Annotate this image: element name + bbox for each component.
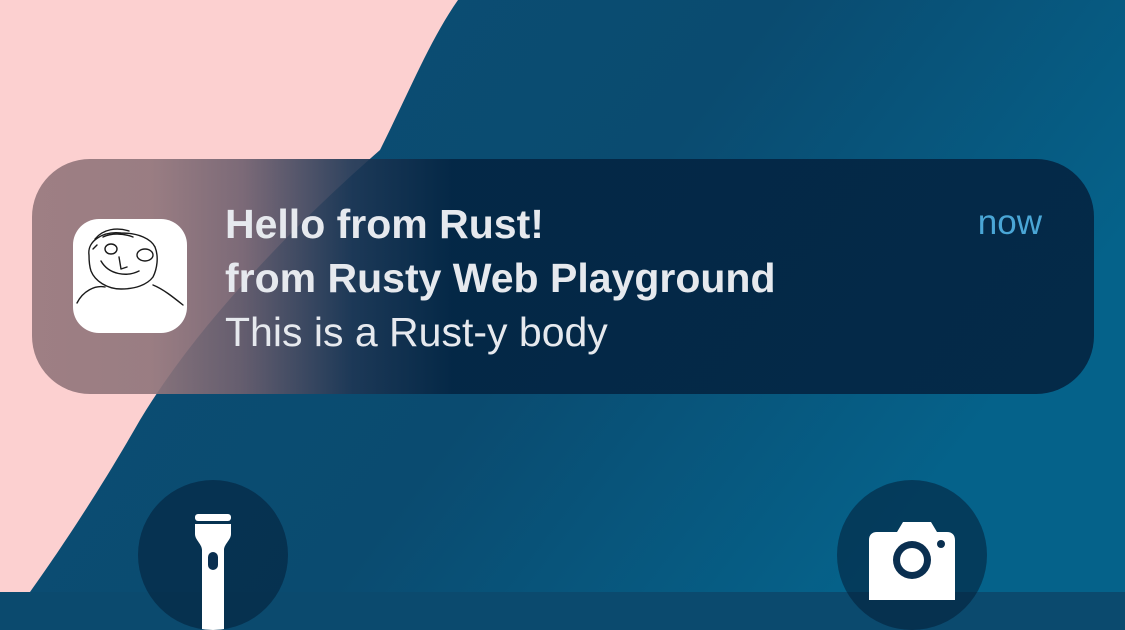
hand-drawn-face-icon	[76, 228, 184, 306]
camera-icon	[869, 522, 955, 600]
notification-content: Hello from Rust! from Rusty Web Playgrou…	[225, 197, 945, 359]
camera-button[interactable]	[837, 480, 987, 630]
notification-title: Hello from Rust!	[225, 201, 544, 247]
notification-body: This is a Rust-y body	[225, 309, 608, 355]
app-icon	[73, 219, 187, 333]
notification-subtitle: from Rusty Web Playground	[225, 255, 776, 301]
notification-banner[interactable]: Hello from Rust! from Rusty Web Playgrou…	[32, 159, 1094, 394]
flashlight-button[interactable]	[138, 480, 288, 630]
notification-timestamp: now	[977, 203, 1042, 242]
flashlight-icon	[195, 514, 231, 630]
